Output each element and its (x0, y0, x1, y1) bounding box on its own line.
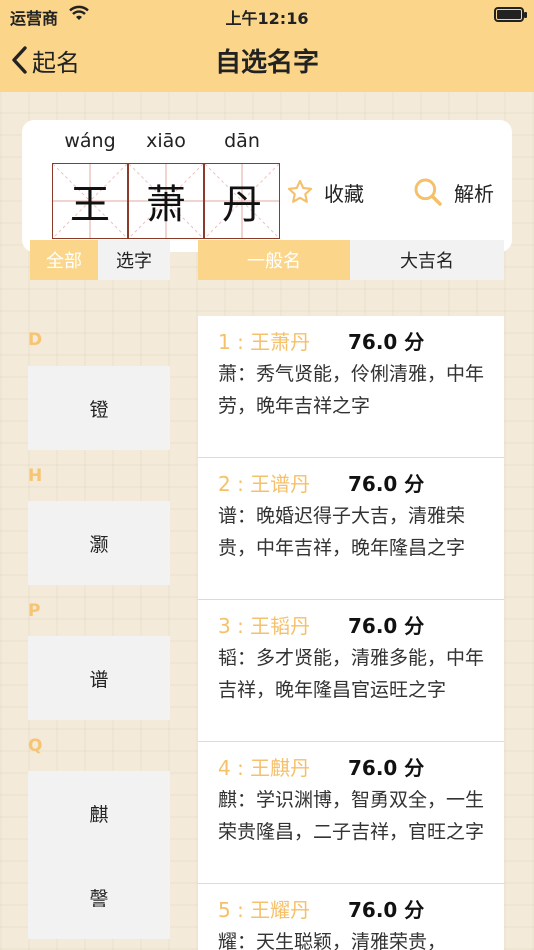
char-item-label: 麒 (89, 803, 109, 826)
section-letter-d: D (28, 330, 43, 350)
tab-lucky-name-label: 大吉名 (400, 251, 454, 272)
analyze-button[interactable]: 解析 (412, 172, 494, 212)
char-item-label: 镫 (89, 398, 109, 421)
result-score: 76.0 分 (348, 898, 425, 922)
result-description: 麒：学识渊博，智勇双全，一生荣贵隆昌，二子吉祥，官旺之字 (218, 789, 485, 843)
name-char-3: 丹 (222, 182, 262, 228)
char-item-deng[interactable]: 镫 (28, 366, 170, 450)
name-result-row[interactable]: 4 : 王麒丹 76.0 分 麒：学识渊博，智勇双全，一生荣贵隆昌，二子吉祥，官… (198, 742, 504, 884)
analyze-label: 解析 (454, 181, 494, 206)
name-result-row[interactable]: 5 : 王耀丹 76.0 分 耀：天生聪颖，清雅荣贵， (198, 884, 504, 950)
name-char-1: 王 (70, 182, 110, 228)
result-title: 3 : 王韬丹 (218, 614, 311, 638)
result-score: 76.0 分 (348, 472, 425, 496)
page-title: 自选名字 (214, 48, 319, 78)
result-description: 萧：秀气贤能，伶俐清雅，中年劳，晚年吉祥之字 (218, 363, 485, 417)
status-bar: 运营商 上午12:16 (0, 0, 534, 30)
pinyin-3: dān (224, 130, 260, 152)
name-result-row[interactable]: 1 : 王萧丹 76.0 分 萧：秀气贤能，伶俐清雅，中年劳，晚年吉祥之字 (198, 316, 504, 458)
char-item-qing[interactable]: 謦 (28, 855, 170, 939)
tab-all-label: 全部 (46, 251, 82, 272)
pinyin-1: wáng (64, 130, 116, 152)
tab-lucky-name[interactable]: 大吉名 (350, 240, 504, 280)
char-item-label: 灏 (89, 533, 109, 556)
char-item-qi[interactable]: 麒 (28, 771, 170, 855)
result-title: 4 : 王麒丹 (218, 756, 311, 780)
favorite-button[interactable]: 收藏 (286, 172, 364, 212)
name-result-row[interactable]: 3 : 王韬丹 76.0 分 韬：多才贤能，清雅多能，中年吉祥，晚年隆昌官运旺之… (198, 600, 504, 742)
char-item-hao[interactable]: 灏 (28, 501, 170, 585)
section-letter-h: H (28, 466, 43, 486)
char-item-label: 謦 (89, 887, 109, 910)
name-char-box-1[interactable]: 王 (52, 163, 128, 239)
section-letter-p: P (28, 601, 41, 621)
battery-icon (494, 7, 527, 22)
name-result-row[interactable]: 2 : 王谱丹 76.0 分 谱：晚婚迟得子大吉，清雅荣贵，中年吉祥，晚年隆昌之… (198, 458, 504, 600)
result-score: 76.0 分 (348, 614, 425, 638)
char-item-pu[interactable]: 谱 (28, 636, 170, 720)
favorite-label: 收藏 (324, 181, 364, 206)
result-score: 76.0 分 (348, 756, 425, 780)
tab-general-name-label: 一般名 (247, 251, 301, 272)
tab-general-name[interactable]: 一般名 (198, 240, 350, 280)
name-char-2: 萧 (146, 182, 186, 228)
pinyin-2: xiāo (146, 130, 186, 152)
result-description: 韬：多才贤能，清雅多能，中年吉祥，晚年隆昌官运旺之字 (218, 647, 485, 701)
status-time: 上午12:16 (225, 9, 309, 28)
tab-all[interactable]: 全部 (30, 240, 98, 280)
tab-select-char-label: 选字 (116, 251, 152, 272)
result-score: 76.0 分 (348, 330, 425, 354)
result-title: 2 : 王谱丹 (218, 472, 311, 496)
name-char-box-3[interactable]: 丹 (204, 163, 280, 239)
section-letter-q: Q (28, 736, 43, 756)
name-char-box-2[interactable]: 萧 (128, 163, 204, 239)
result-title: 1 : 王萧丹 (218, 330, 311, 354)
result-title: 5 : 王耀丹 (218, 898, 311, 922)
star-icon (287, 179, 313, 203)
tab-select-char[interactable]: 选字 (98, 240, 170, 280)
result-description: 谱：晚婚迟得子大吉，清雅荣贵，中年吉祥，晚年隆昌之字 (218, 505, 466, 559)
search-icon (414, 178, 442, 206)
top-bar: 运营商 上午12:16 起名 自选名字 (0, 0, 534, 92)
result-description: 耀：天生聪颖，清雅荣贵， (218, 931, 447, 950)
char-item-label: 谱 (89, 668, 109, 691)
